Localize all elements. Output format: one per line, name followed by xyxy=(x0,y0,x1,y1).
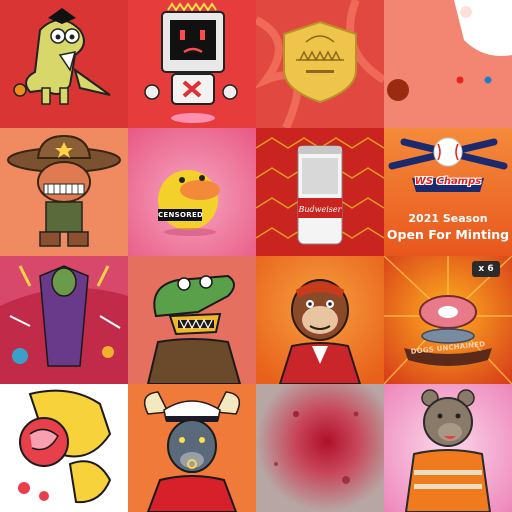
season-year-label: 2021 Season xyxy=(408,212,488,225)
dino-skater-art xyxy=(0,0,128,128)
nft-tile-steak-dogs-unchained[interactable]: x 6 DOGS UNCHAINED xyxy=(384,256,512,384)
nft-tile-collage-art[interactable] xyxy=(0,256,128,384)
nft-tile-budweiser-can[interactable]: Budweiser xyxy=(256,128,384,256)
nft-tile-abstract-salmon[interactable] xyxy=(384,0,512,128)
nft-gallery-grid: CENSORED Budweiser WS Champs 2021 Season… xyxy=(0,0,512,512)
sheriff-character-art xyxy=(0,128,128,256)
bull-captain-art xyxy=(128,384,256,512)
ape-character-art xyxy=(256,256,384,384)
nft-tile-dino-skater[interactable] xyxy=(0,0,128,128)
bear-worker-art xyxy=(384,384,512,512)
censored-label: CENSORED xyxy=(158,209,204,221)
nft-tile-textured-red[interactable] xyxy=(256,384,384,512)
nft-tile-bear-worker[interactable] xyxy=(384,384,512,512)
collage-art xyxy=(0,256,128,384)
open-for-minting-label: Open For Minting xyxy=(386,227,510,242)
nft-tile-ape-character[interactable] xyxy=(256,256,384,384)
nft-tile-shield-badge[interactable] xyxy=(256,0,384,128)
cartoon-hand-art xyxy=(0,384,128,512)
nft-tile-robot-tv[interactable] xyxy=(128,0,256,128)
textured-red-art xyxy=(256,384,384,512)
crocodile-frog-art xyxy=(128,256,256,384)
can-label-text: Budweiser xyxy=(298,205,343,214)
nft-tile-ws-champs-season[interactable]: WS Champs 2021 Season Open For Minting xyxy=(384,128,512,256)
abstract-salmon-art xyxy=(384,0,512,128)
ws-champs-logo-text: WS Champs xyxy=(414,176,482,187)
robot-tv-art xyxy=(128,0,256,128)
nft-tile-bull-captain[interactable] xyxy=(128,384,256,512)
shield-badge-art xyxy=(256,0,384,128)
multiplier-badge: x 6 xyxy=(472,261,500,277)
nft-tile-crocodile-frog[interactable] xyxy=(128,256,256,384)
duck-art xyxy=(128,128,256,256)
nft-tile-duck-censored[interactable]: CENSORED xyxy=(128,128,256,256)
budweiser-can-art: Budweiser xyxy=(256,128,384,256)
nft-tile-sheriff-character[interactable] xyxy=(0,128,128,256)
nft-tile-cartoon-hand[interactable] xyxy=(0,384,128,512)
